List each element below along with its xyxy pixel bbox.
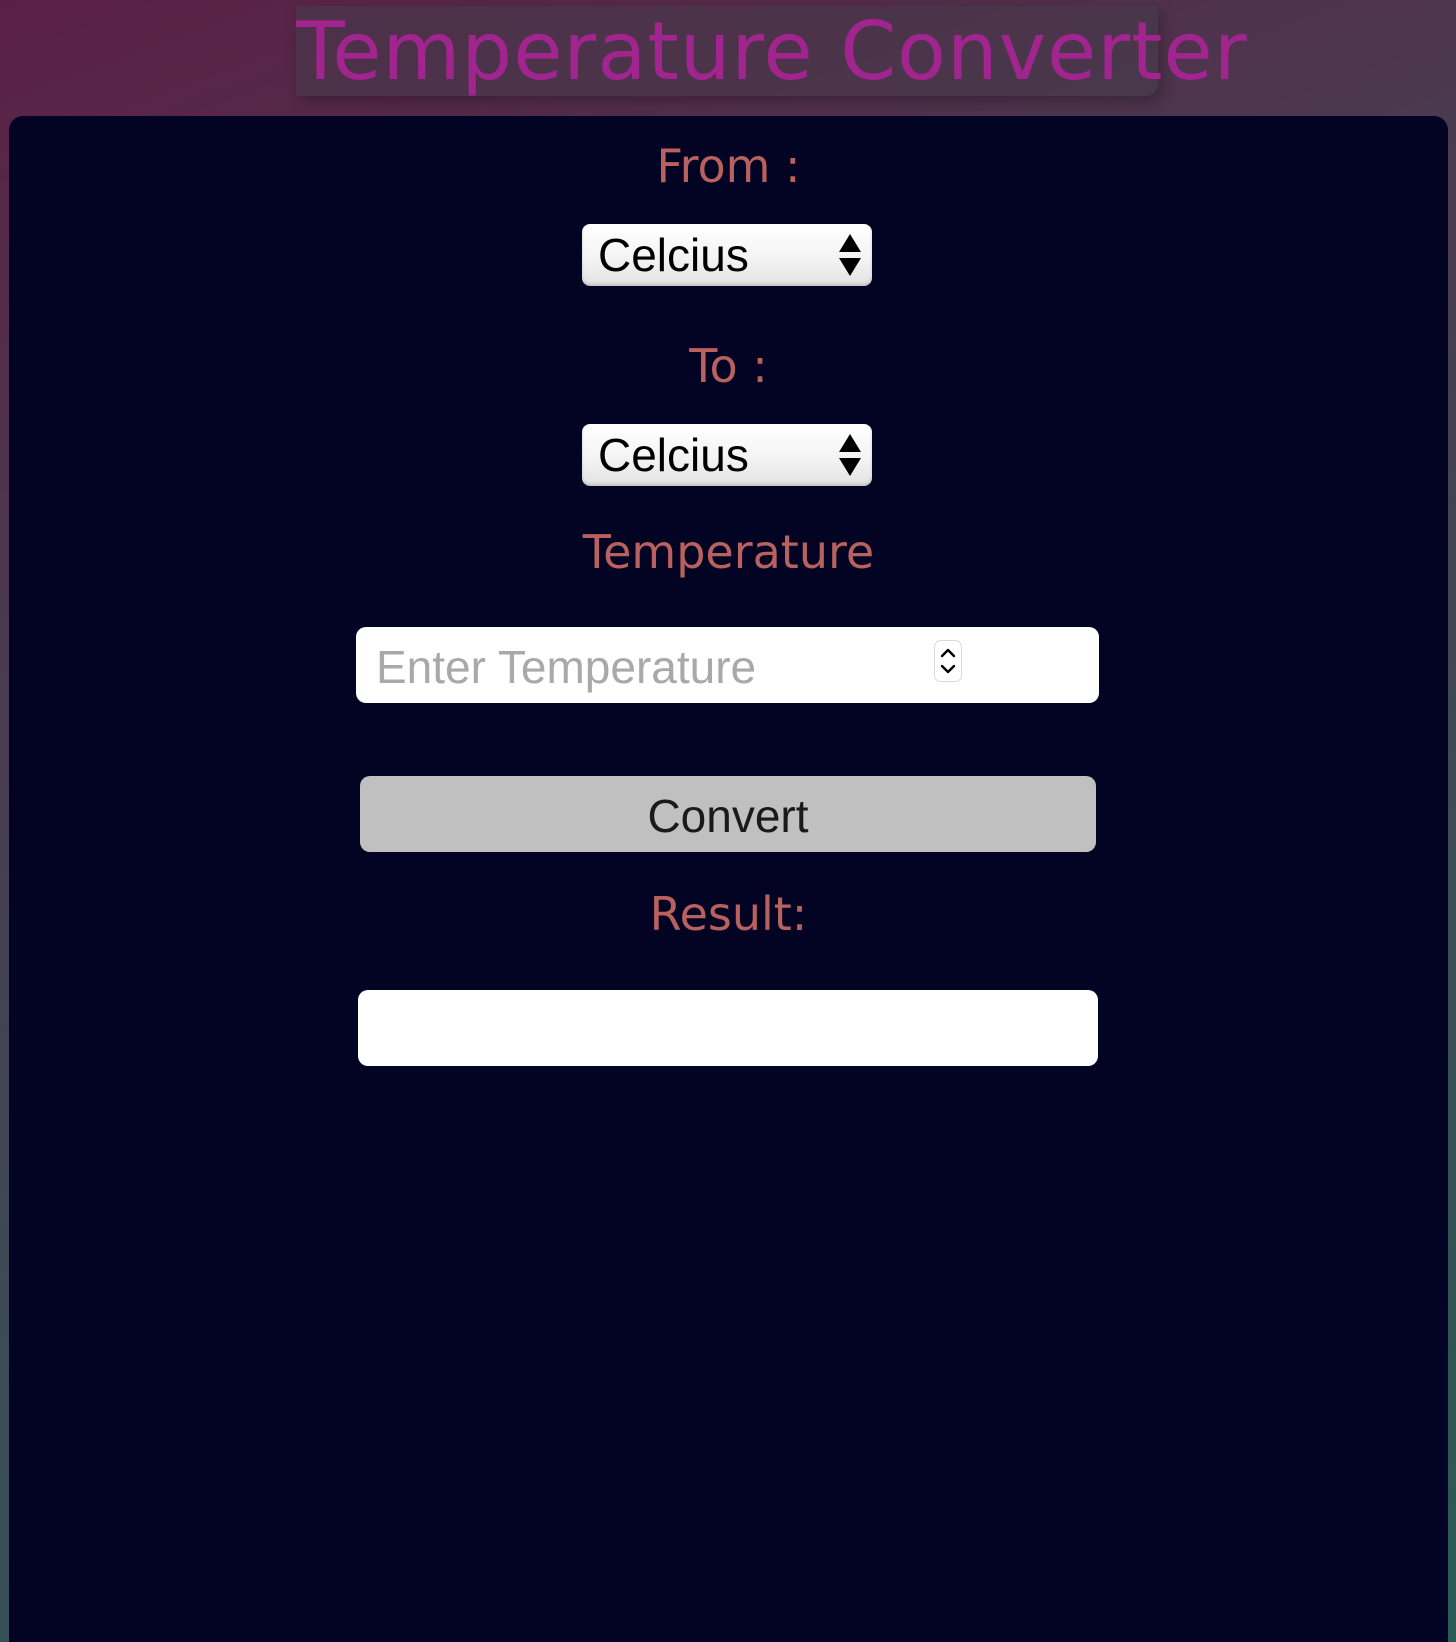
temperature-placeholder: Enter Temperature	[376, 641, 757, 693]
converter-panel: From : Celcius To : Celcius Temperature …	[9, 116, 1448, 1642]
result-label: Result:	[649, 887, 808, 941]
number-spinner[interactable]	[934, 640, 962, 682]
from-unit-select[interactable]: Celcius	[582, 224, 872, 286]
result-output[interactable]	[358, 990, 1098, 1066]
page-title: Temperature Converter	[296, 5, 1248, 98]
updown-arrows-icon	[839, 434, 861, 476]
to-unit-value: Celcius	[598, 429, 749, 481]
updown-arrows-icon	[839, 234, 861, 276]
to-unit-select[interactable]: Celcius	[582, 424, 872, 486]
convert-button[interactable]: Convert	[360, 776, 1096, 852]
from-unit-value: Celcius	[598, 229, 749, 281]
from-label: From :	[656, 139, 801, 193]
spinner-chevrons-icon	[940, 648, 956, 674]
to-label: To :	[689, 339, 768, 393]
temperature-label: Temperature	[582, 525, 875, 579]
temperature-input[interactable]: Enter Temperature	[356, 627, 1099, 703]
